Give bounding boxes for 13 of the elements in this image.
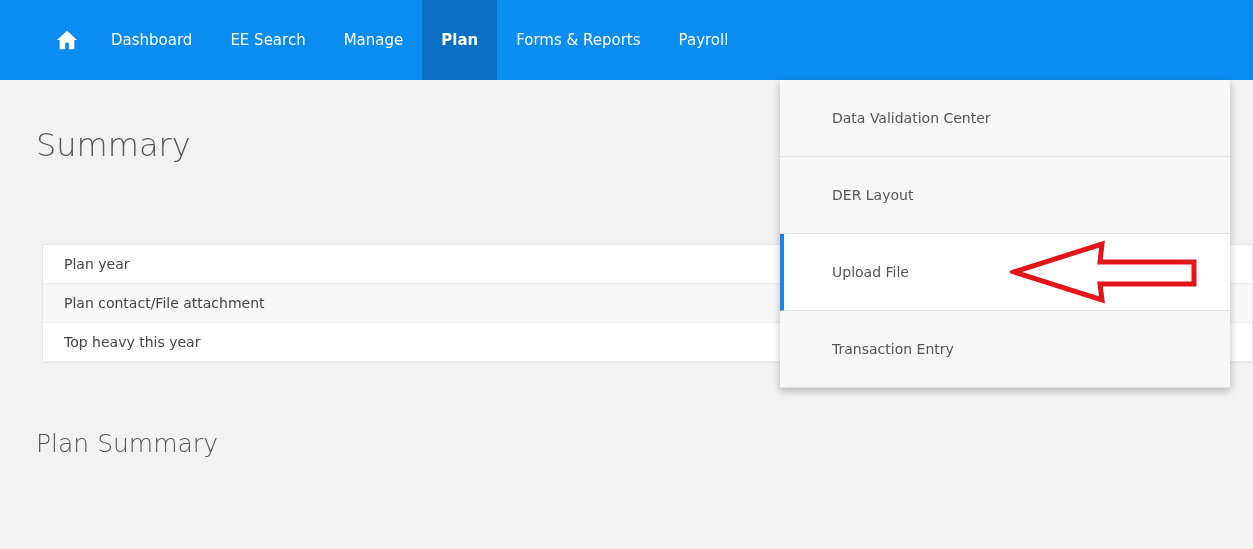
nav-tab[interactable]: Forms & Reports	[497, 0, 660, 80]
menu-item[interactable]: DER Layout	[780, 157, 1230, 234]
nav-tab[interactable]: Dashboard	[92, 0, 212, 80]
nav-tab[interactable]: Manage	[324, 0, 423, 80]
page-title: Summary	[36, 126, 192, 164]
nav-tab[interactable]: Plan	[422, 0, 498, 80]
section-title: Plan Summary	[36, 429, 219, 458]
menu-item[interactable]: Transaction Entry	[780, 311, 1230, 388]
menu-item[interactable]: Upload File	[780, 234, 1230, 311]
nav-tab[interactable]: EE Search	[211, 0, 325, 80]
menu-item[interactable]: Data Validation Center	[780, 80, 1230, 157]
home-icon[interactable]	[56, 29, 78, 51]
nav-tab[interactable]: Payroll	[659, 0, 748, 80]
